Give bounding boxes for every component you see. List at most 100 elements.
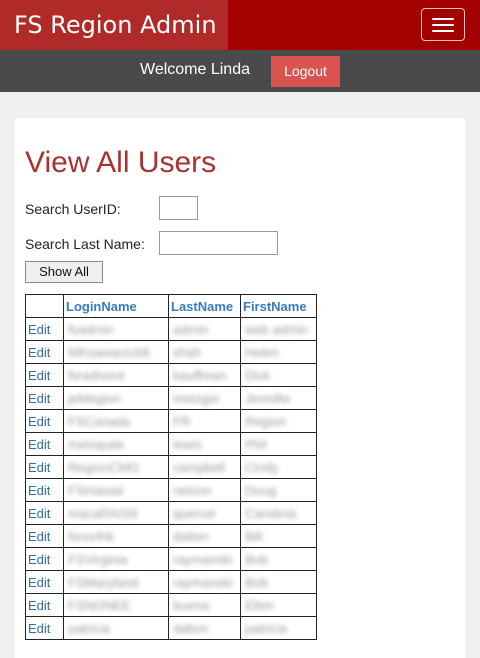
first-name-cell-value: Bob xyxy=(245,574,269,590)
edit-cell: Edit xyxy=(25,501,64,525)
first-name-cell: web admin xyxy=(240,317,317,341)
last-name-cell: dalton xyxy=(168,524,241,548)
login-name-cell: MKsawarzcb8 xyxy=(63,340,169,364)
login-name-cell: jeMegion xyxy=(63,386,169,410)
login-name-cell: FSNONEE xyxy=(63,593,169,617)
last-name-cell: campbell xyxy=(168,455,241,479)
first-name-cell-value: Cindy xyxy=(245,459,279,475)
menu-toggle-button[interactable] xyxy=(421,8,465,41)
edit-cell: Edit xyxy=(25,340,64,364)
first-name-cell: Dick xyxy=(240,363,317,387)
edit-cell: Edit xyxy=(25,593,64,617)
first-name-cell-value: Bob xyxy=(245,551,269,567)
login-name-cell: fsnorthk xyxy=(63,524,169,548)
login-name-cell: FSMaryland xyxy=(63,570,169,594)
top-navbar: FS Region Admin xyxy=(0,0,480,50)
first-name-cell: Carolinia xyxy=(240,501,317,525)
show-all-button[interactable]: Show All xyxy=(25,261,103,283)
login-name-cell: FSHawaii xyxy=(63,478,169,502)
last-name-cell-value: raymanski xyxy=(173,551,233,567)
edit-link[interactable]: Edit xyxy=(28,368,50,383)
last-name-cell: FR xyxy=(168,409,241,433)
last-name-cell: nelson xyxy=(168,478,241,502)
login-name-cell-value: fsadmin xyxy=(68,321,114,337)
edit-link[interactable]: Edit xyxy=(28,460,50,475)
login-name-cell-value: RegionCMG xyxy=(68,459,140,475)
edit-cell: Edit xyxy=(25,432,64,456)
table-body: Edit fsadmin admin web admin Edit MKsawarzcb8… xyxy=(25,317,317,640)
login-name-cell: fsadmin xyxy=(63,317,169,341)
table-row: Edit FSCanada FR Region xyxy=(25,409,317,433)
edit-link[interactable]: Edit xyxy=(28,575,50,590)
login-name-cell-value: meloquite xyxy=(68,436,125,452)
page-title: View All Users xyxy=(25,146,217,179)
login-name-cell-value: macaRAIS9 xyxy=(68,505,138,521)
first-name-cell-value: Doug xyxy=(245,482,277,498)
logout-button[interactable]: Logout xyxy=(271,56,340,87)
last-name-cell: buena xyxy=(168,593,241,617)
edit-link[interactable]: Edit xyxy=(28,322,50,337)
search-lastname-input[interactable] xyxy=(159,231,278,255)
table-row: Edit fsradivent kauffman Dick xyxy=(25,363,317,387)
first-name-cell: Cindy xyxy=(240,455,317,479)
header-loginname[interactable]: LoginName xyxy=(63,294,169,318)
first-name-cell-value: Ellen xyxy=(245,597,274,613)
last-name-cell: shah xyxy=(168,340,241,364)
last-name-cell: kauffman xyxy=(168,363,241,387)
table-row: Edit FSHawaii nelson Doug xyxy=(25,478,317,502)
table-header-row: LoginName LastName FirstName xyxy=(25,294,317,318)
header-firstname[interactable]: FirstName xyxy=(240,294,317,318)
edit-link[interactable]: Edit xyxy=(28,621,50,636)
login-name-cell-value: FSNONEE xyxy=(68,597,131,613)
table-row: Edit RegionCMG campbell Cindy xyxy=(25,455,317,479)
edit-cell: Edit xyxy=(25,317,64,341)
first-name-cell: Bob xyxy=(240,570,317,594)
edit-cell: Edit xyxy=(25,455,64,479)
search-userid-input[interactable] xyxy=(159,196,198,220)
last-name-cell: quercei xyxy=(168,501,241,525)
last-name-cell-value: raymanski xyxy=(173,574,233,590)
edit-link[interactable]: Edit xyxy=(28,414,50,429)
edit-cell: Edit xyxy=(25,616,64,640)
edit-link[interactable]: Edit xyxy=(28,598,50,613)
edit-link[interactable]: Edit xyxy=(28,483,50,498)
last-name-cell-value: dalton xyxy=(173,620,209,636)
edit-link[interactable]: Edit xyxy=(28,345,50,360)
table-row: Edit fsnorthk dalton Bill xyxy=(25,524,317,548)
table-row: Edit FSMaryland raymanski Bob xyxy=(25,570,317,594)
edit-link[interactable]: Edit xyxy=(28,437,50,452)
last-name-cell: raymanski xyxy=(168,547,241,571)
first-name-cell-value: Helen xyxy=(245,344,279,360)
edit-link[interactable]: Edit xyxy=(28,552,50,567)
edit-cell: Edit xyxy=(25,570,64,594)
login-name-cell-value: fsradivent xyxy=(68,367,125,383)
edit-link[interactable]: Edit xyxy=(28,529,50,544)
last-name-cell-value: FR xyxy=(173,413,191,429)
login-name-cell-value: MKsawarzcb8 xyxy=(68,344,150,360)
last-name-cell: raymanski xyxy=(168,570,241,594)
first-name-cell-value: web admin xyxy=(245,321,308,337)
login-name-cell: patricia xyxy=(63,616,169,640)
table-row: Edit macaRAIS9 quercei Carolinia xyxy=(25,501,317,525)
header-lastname[interactable]: LastName xyxy=(168,294,241,318)
last-name-cell-value: metzger xyxy=(173,390,220,406)
first-name-cell: Phil xyxy=(240,432,317,456)
last-name-cell-value: nelson xyxy=(173,482,212,498)
last-name-cell: dalton xyxy=(168,616,241,640)
last-name-cell-value: dalton xyxy=(173,528,209,544)
edit-cell: Edit xyxy=(25,409,64,433)
welcome-message: Welcome Linda xyxy=(140,61,250,78)
brand-title[interactable]: FS Region Admin xyxy=(0,0,228,50)
edit-link[interactable]: Edit xyxy=(28,391,50,406)
first-name-cell-value: Carolinia xyxy=(245,505,297,521)
login-name-cell-value: fsnorthk xyxy=(68,528,115,544)
first-name-cell-value: Phil xyxy=(245,436,267,452)
search-lastname-label: Search Last Name: xyxy=(25,236,145,252)
first-name-cell: Doug xyxy=(240,478,317,502)
first-name-cell-value: Dick xyxy=(245,367,271,383)
last-name-cell: metzger xyxy=(168,386,241,410)
edit-link[interactable]: Edit xyxy=(28,506,50,521)
login-name-cell-value: FSVirginia xyxy=(68,551,128,567)
table-row: Edit FSVirginia raymanski Bob xyxy=(25,547,317,571)
last-name-cell-value: admin xyxy=(173,321,209,337)
